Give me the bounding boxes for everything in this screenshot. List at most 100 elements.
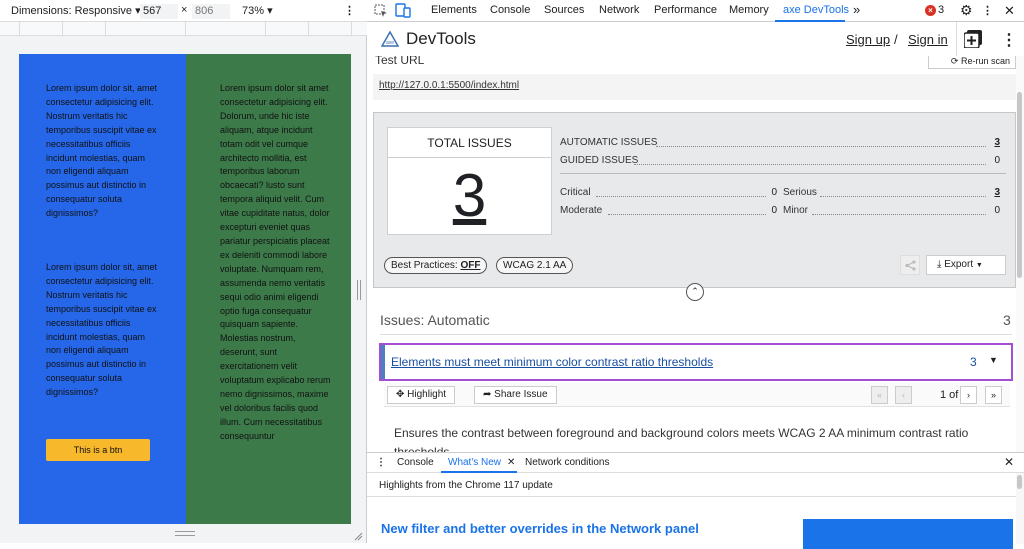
axe-brand: DevTools bbox=[406, 29, 476, 48]
moderate-count: 0 bbox=[771, 205, 777, 216]
first-page-button[interactable]: « bbox=[871, 386, 888, 404]
whats-new-heading: Highlights from the Chrome 117 update bbox=[379, 480, 553, 491]
error-icon[interactable]: × bbox=[925, 5, 936, 16]
zoom-dropdown[interactable]: 73% ▾ bbox=[242, 4, 273, 17]
more-options-icon[interactable]: ⋮ bbox=[344, 4, 355, 17]
total-issues-count[interactable]: 3 bbox=[388, 164, 551, 228]
last-page-button[interactable]: » bbox=[985, 386, 1002, 404]
width-input[interactable]: 567 bbox=[140, 4, 178, 19]
leader-dots bbox=[656, 146, 986, 147]
scrollbar[interactable] bbox=[1016, 56, 1024, 452]
height-input[interactable]: 806 bbox=[192, 4, 230, 19]
drawer-tab-console[interactable]: Console bbox=[397, 457, 434, 468]
wcag-level-toggle[interactable]: WCAG 2.1 AA bbox=[496, 257, 574, 274]
scrollbar-thumb[interactable] bbox=[1017, 475, 1022, 489]
best-practices-toggle[interactable]: Best Practices: OFF bbox=[384, 257, 488, 274]
drawer-tab-whats-new[interactable]: What's New bbox=[448, 457, 501, 468]
share-issue-label: Share Issue bbox=[494, 389, 548, 400]
close-devtools-icon[interactable]: ✕ bbox=[1004, 3, 1015, 19]
svg-text:axe: axe bbox=[386, 40, 394, 46]
drawer-menu-icon[interactable]: ⋮ bbox=[376, 457, 386, 468]
automatic-issues-count[interactable]: 3 bbox=[980, 137, 1000, 148]
issue-severity-bar bbox=[381, 345, 385, 379]
share-issue-button[interactable]: ➦ Share Issue bbox=[474, 386, 557, 404]
moderate-label: Moderate bbox=[560, 205, 603, 216]
highlight-button[interactable]: ✥ Highlight bbox=[387, 386, 456, 404]
error-count[interactable]: 3 bbox=[938, 4, 944, 16]
resize-handle-bottom[interactable] bbox=[175, 531, 195, 536]
zoom-label: 73% bbox=[242, 5, 265, 17]
issue-count: 3 bbox=[970, 355, 977, 369]
collapse-summary-button[interactable]: ⌃ bbox=[686, 283, 704, 301]
drawer-scrollbar[interactable] bbox=[1016, 473, 1024, 544]
tab-sources[interactable]: Sources bbox=[544, 4, 584, 16]
tab-memory[interactable]: Memory bbox=[729, 4, 769, 16]
devtools-drawer: ⋮ Console What's New ✕ Network condition… bbox=[367, 452, 1024, 549]
divider bbox=[367, 496, 1024, 497]
drawer-tabbar: ⋮ Console What's New ✕ Network condition… bbox=[367, 453, 1024, 473]
settings-gear-icon[interactable]: ⚙ bbox=[960, 2, 973, 19]
axe-menu-icon[interactable]: ⋮ bbox=[1001, 30, 1017, 50]
more-options-icon[interactable]: ⋮ bbox=[982, 4, 993, 17]
best-practices-value: OFF bbox=[460, 260, 481, 271]
issue-title-link[interactable]: Elements must meet minimum color contras… bbox=[391, 355, 713, 369]
rerun-scan-button[interactable]: ⟳ Re-run scan bbox=[928, 56, 1016, 69]
issue-toolbar: ✥ Highlight ➦ Share Issue « ‹ 1 of 3 › » bbox=[384, 383, 1010, 407]
previous-page-button[interactable]: ‹ bbox=[895, 386, 912, 404]
paragraph: Lorem ipsum dolor sit, amet consectetur … bbox=[46, 83, 158, 219]
chevron-down-icon[interactable]: ▼ bbox=[989, 355, 998, 365]
share-arrow-icon: ➦ bbox=[483, 389, 495, 400]
rerun-label: Re-run scan bbox=[960, 56, 1010, 66]
dimensions-dropdown[interactable]: Dimensions: Responsive ▾ bbox=[11, 4, 141, 17]
auth-separator: / bbox=[894, 32, 898, 47]
device-toggle-icon[interactable] bbox=[395, 3, 411, 18]
best-practices-label: Best Practices: bbox=[391, 260, 458, 271]
leader-dots bbox=[634, 164, 986, 165]
close-drawer-icon[interactable]: ✕ bbox=[1004, 455, 1014, 469]
close-tab-icon[interactable]: ✕ bbox=[507, 457, 515, 468]
tab-axe-devtools[interactable]: axe DevTools bbox=[783, 4, 849, 16]
divider bbox=[560, 173, 1006, 174]
tab-elements[interactable]: Elements bbox=[431, 4, 477, 16]
export-button[interactable]: ⤓ Export ▼ bbox=[926, 255, 1006, 275]
sign-up-link[interactable]: Sign up bbox=[846, 32, 890, 47]
test-url[interactable]: http://127.0.0.1:5500/index.html bbox=[373, 74, 1016, 100]
green-column: Lorem ipsum dolor sit amet consectetur a… bbox=[186, 54, 351, 524]
devtools-tabbar: Elements Console Sources Network Perform… bbox=[367, 0, 1024, 22]
page-button[interactable]: This is a btn bbox=[46, 439, 150, 461]
devtools-panel: Elements Console Sources Network Perform… bbox=[367, 0, 1024, 549]
chevron-up-icon: ⌃ bbox=[691, 286, 699, 296]
tab-network[interactable]: Network bbox=[599, 4, 639, 16]
blue-column: Lorem ipsum dolor sit, amet consectetur … bbox=[19, 54, 186, 524]
new-scan-button[interactable] bbox=[956, 22, 988, 56]
minor-count: 0 bbox=[994, 205, 1000, 216]
tab-console[interactable]: Console bbox=[490, 4, 530, 16]
issue-row[interactable]: Elements must meet minimum color contras… bbox=[379, 343, 1013, 381]
total-issues-label: TOTAL ISSUES bbox=[388, 128, 551, 158]
serious-count[interactable]: 3 bbox=[980, 187, 1000, 198]
tab-performance[interactable]: Performance bbox=[654, 4, 717, 16]
axe-header: axe DevTools Sign up / Sign in ⋮ bbox=[367, 22, 1017, 56]
chevron-down-icon: ▼ bbox=[975, 262, 983, 269]
drawer-tab-network-conditions[interactable]: Network conditions bbox=[525, 457, 609, 468]
active-tab-indicator bbox=[441, 471, 517, 473]
share-button[interactable] bbox=[900, 255, 920, 275]
inspect-element-icon[interactable] bbox=[374, 4, 388, 18]
axe-content: Test URL ⟳ Re-run scan http://127.0.0.1:… bbox=[367, 56, 1016, 452]
automatic-issues-label: AUTOMATIC ISSUES bbox=[560, 137, 658, 148]
resize-corner-icon[interactable] bbox=[353, 531, 363, 541]
device-emulation-panel: Dimensions: Responsive ▾ 567 × 806 73% ▾… bbox=[0, 0, 367, 543]
resize-handle-right[interactable] bbox=[357, 280, 361, 300]
next-page-button[interactable]: › bbox=[960, 386, 977, 404]
axe-logo-icon: axe bbox=[381, 31, 399, 47]
page-viewport: Lorem ipsum dolor sit, amet consectetur … bbox=[19, 54, 351, 524]
crosshair-icon: ✥ bbox=[396, 389, 408, 400]
more-tabs-icon[interactable]: » bbox=[853, 2, 860, 17]
divider bbox=[380, 334, 1012, 335]
guided-issues-count: 0 bbox=[994, 155, 1000, 166]
sign-in-link[interactable]: Sign in bbox=[908, 32, 948, 47]
critical-label: Critical bbox=[560, 187, 591, 198]
leader-dots bbox=[812, 214, 986, 215]
news-title-link[interactable]: New filter and better overrides in the N… bbox=[381, 521, 699, 536]
scrollbar-thumb[interactable] bbox=[1017, 92, 1022, 278]
